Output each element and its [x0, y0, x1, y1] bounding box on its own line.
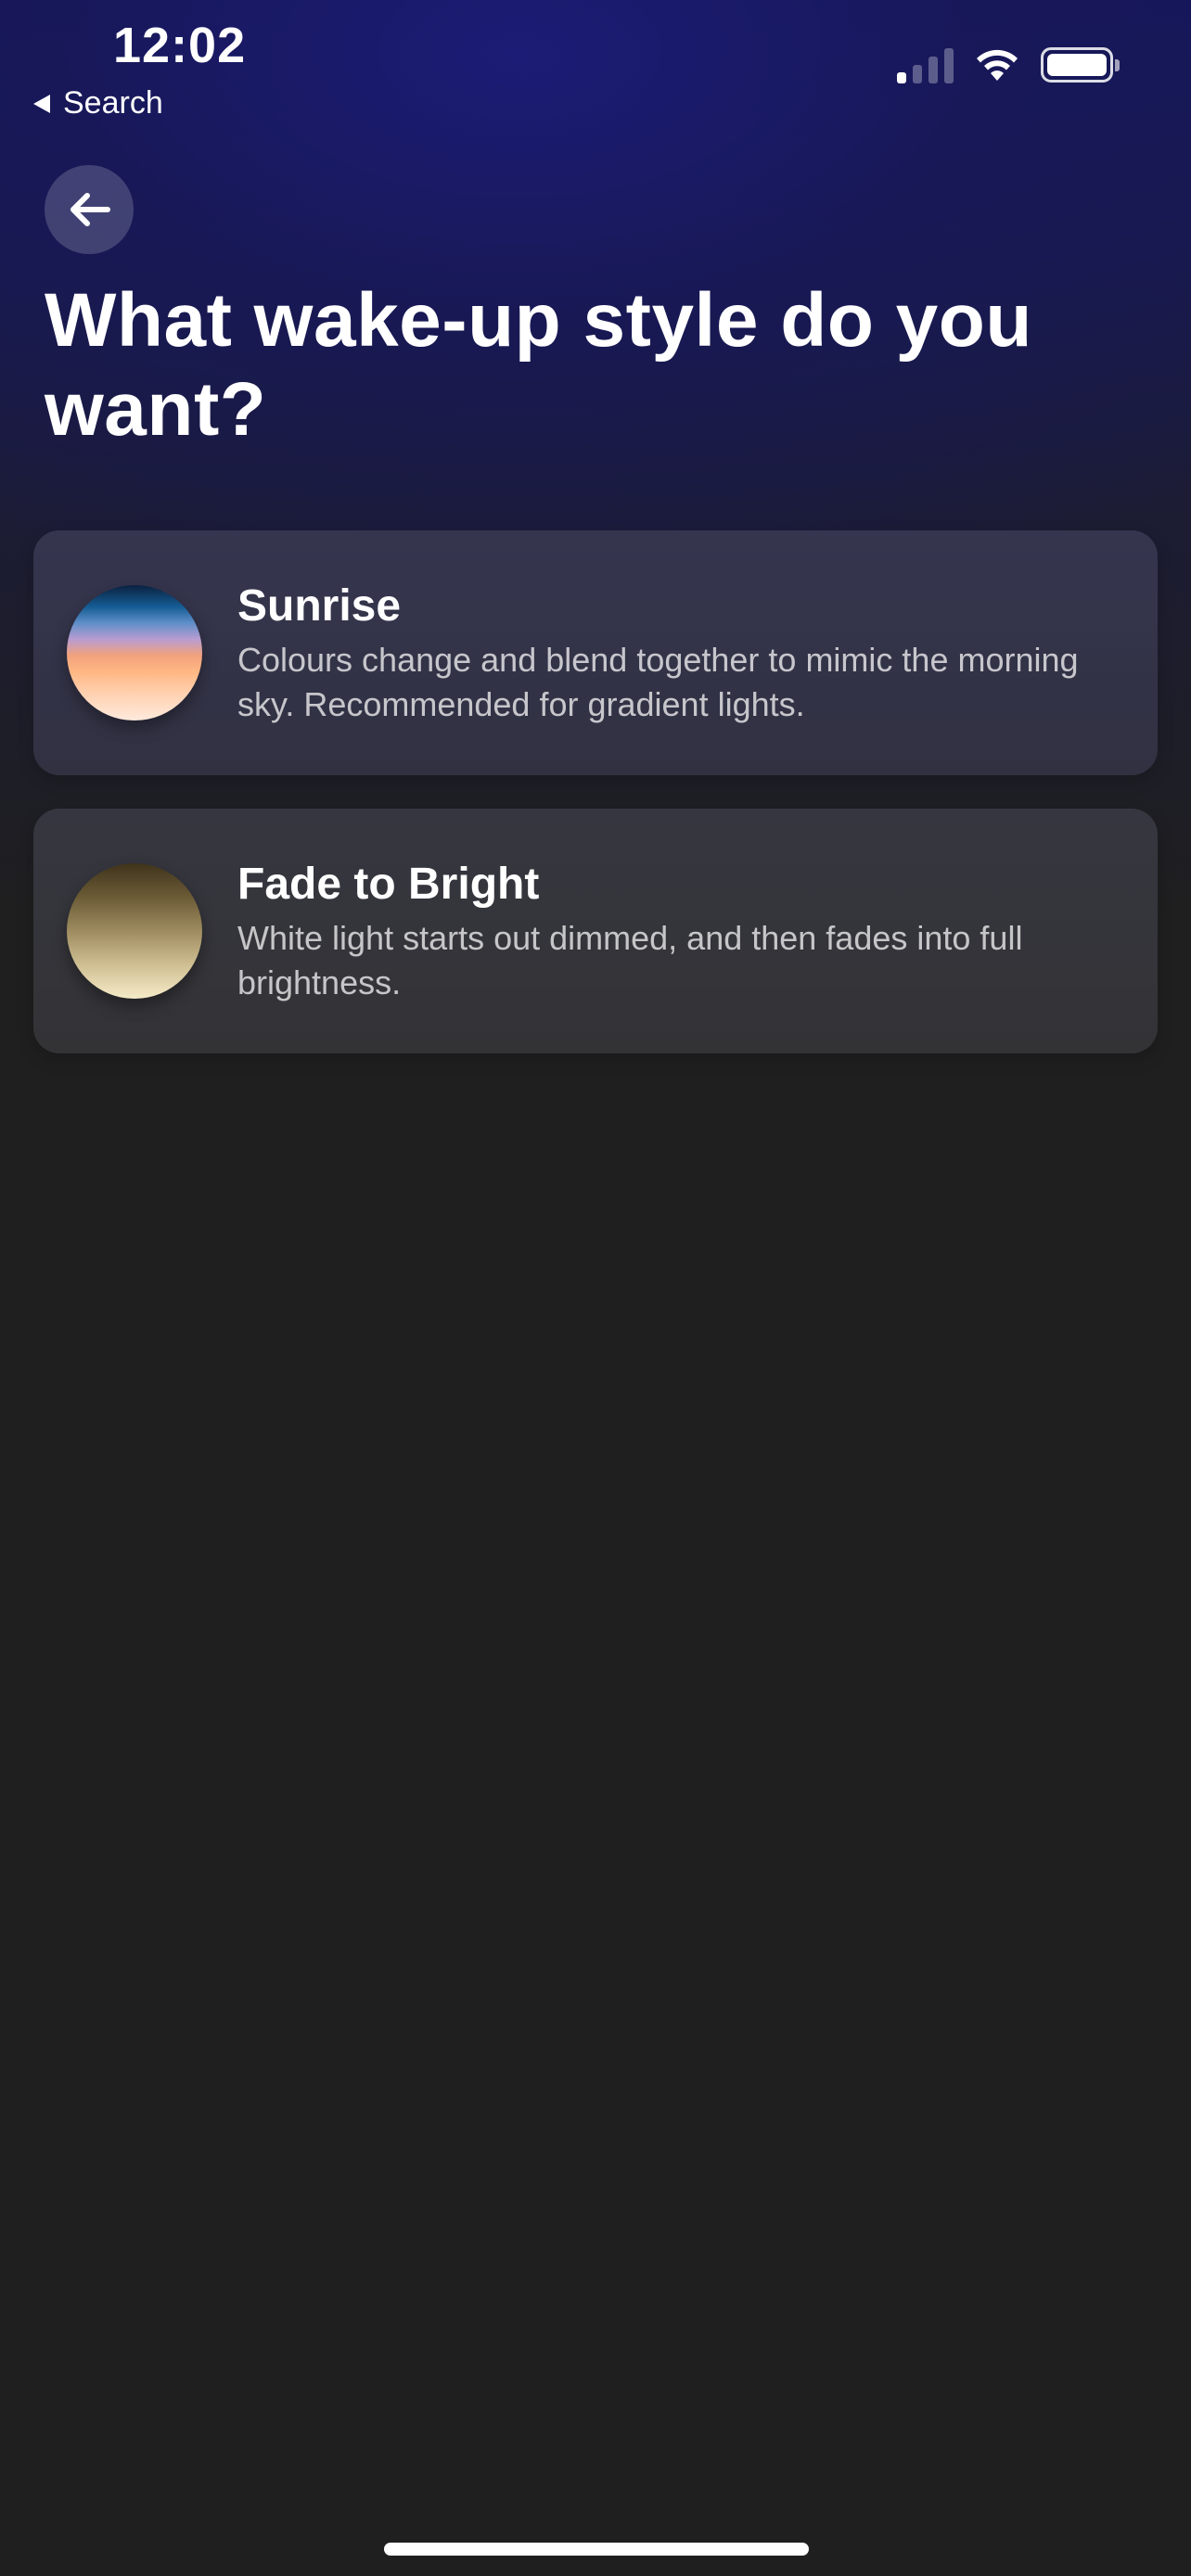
option-card-sunrise[interactable]: Sunrise Colours change and blend togethe… [33, 530, 1158, 775]
arrow-left-icon [70, 193, 110, 226]
option-description: Colours change and blend together to mim… [237, 641, 1079, 723]
status-icons [897, 46, 1120, 83]
status-back-label: Search [63, 85, 163, 121]
status-back-to-search[interactable]: Search [33, 85, 163, 121]
option-title: Sunrise [237, 581, 402, 631]
wake-up-style-screen: 12:02 Search What wake-up style do you w… [0, 0, 1191, 2576]
home-indicator[interactable] [384, 2543, 809, 2556]
option-text: Fade to Bright White light starts out di… [237, 857, 1102, 1005]
battery-icon [1041, 47, 1120, 83]
option-text: Sunrise Colours change and blend togethe… [237, 579, 1102, 727]
back-button[interactable] [45, 165, 134, 254]
wifi-icon [977, 49, 1018, 81]
option-card-fade-to-bright[interactable]: Fade to Bright White light starts out di… [33, 809, 1158, 1053]
status-time: 12:02 [113, 18, 247, 73]
fade-swatch-icon [67, 863, 202, 999]
sunrise-swatch-icon [67, 585, 202, 721]
option-description: White light starts out dimmed, and then … [237, 919, 1023, 1001]
cellular-signal-icon [897, 46, 954, 83]
page-title: What wake-up style do you want? [45, 278, 1032, 452]
back-triangle-icon [33, 94, 50, 113]
option-title: Fade to Bright [237, 860, 540, 909]
